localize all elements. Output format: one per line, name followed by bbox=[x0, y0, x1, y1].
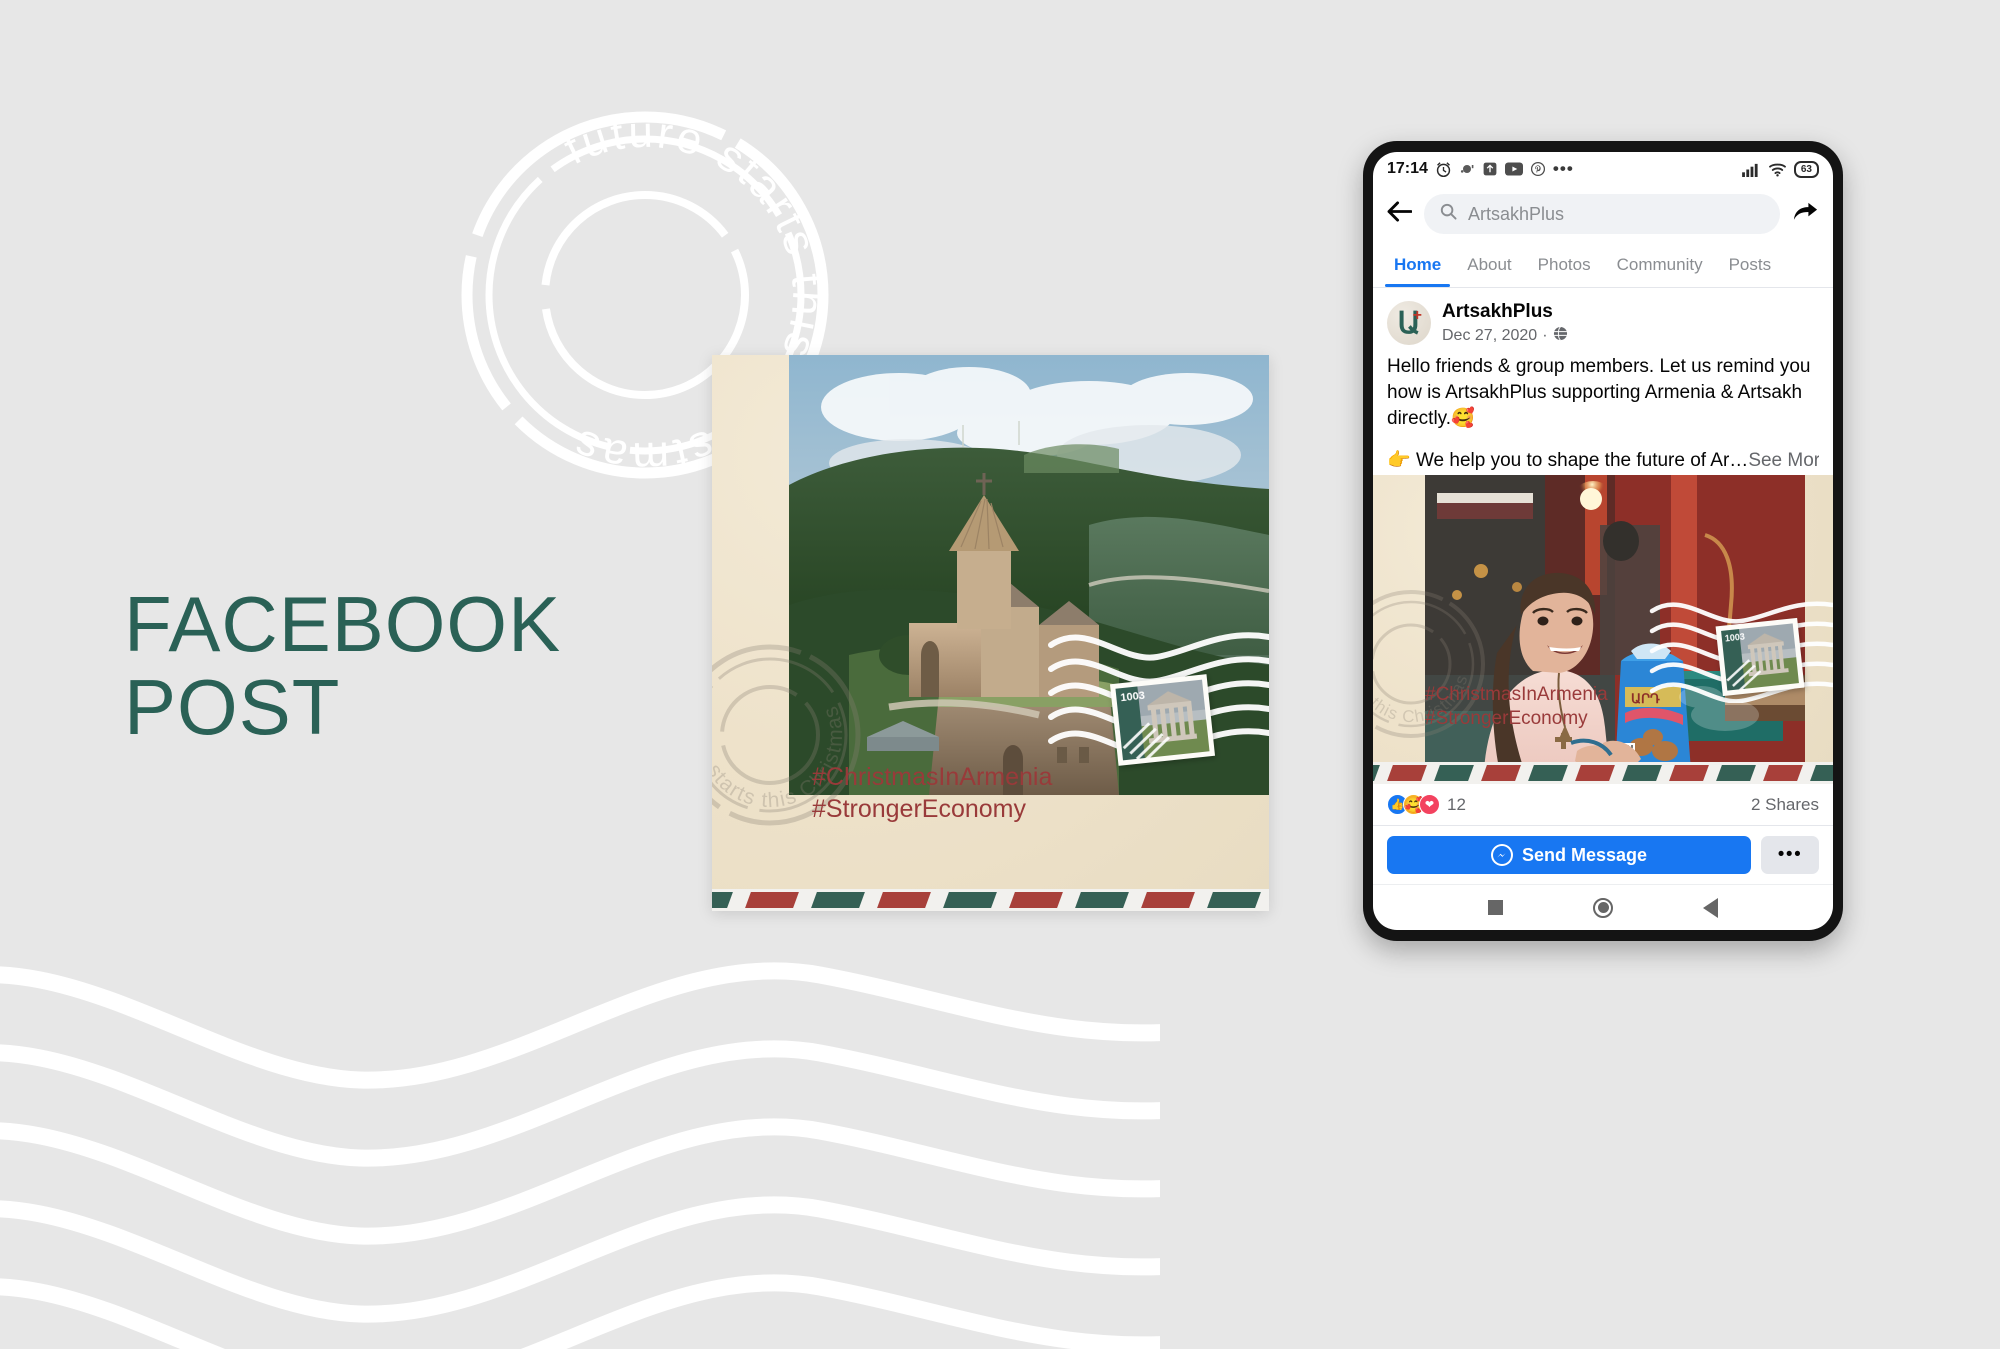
airmail-dash bbox=[1141, 892, 1195, 908]
post-body-emoji: 🥰 bbox=[1451, 408, 1475, 430]
post-date: Dec 27, 2020 bbox=[1442, 326, 1538, 344]
postcard-mockup: starts this Christmas #ChristmasInArmeni… bbox=[712, 355, 1269, 911]
top-search-bar: ArtsakhPlus bbox=[1373, 186, 1833, 242]
tab-photos[interactable]: Photos bbox=[1525, 242, 1604, 287]
airmail-dash bbox=[1622, 765, 1662, 781]
airmail-dash bbox=[1207, 892, 1261, 908]
see-more-link[interactable]: See More bbox=[1748, 450, 1819, 471]
post-body-line1: Hello friends & group members. Let us re… bbox=[1387, 354, 1819, 433]
post-header: Ա + ArtsakhPlus Dec 27, 2020 · overflow-… bbox=[1373, 288, 1833, 352]
separator-dot: · bbox=[1542, 326, 1548, 344]
postcard-hashtags: #ChristmasInArmenia #StrongerEconomy bbox=[812, 763, 1053, 823]
engagement-bar: 👍 🥰 ❤ 12 2 Shares bbox=[1373, 784, 1833, 826]
search-input-value: ArtsakhPlus bbox=[1468, 203, 1565, 224]
airmail-dash bbox=[745, 892, 799, 908]
search-input[interactable]: ArtsakhPlus bbox=[1424, 194, 1780, 234]
tab-posts[interactable]: Posts bbox=[1716, 242, 1785, 287]
reaction-count: 12 bbox=[1447, 794, 1466, 814]
airmail-stripe-border bbox=[712, 889, 1269, 911]
phone-mockup: 17:14 ••• 63 ArtsakhPlus Home About Phot… bbox=[1363, 141, 1843, 941]
post-body-truncated: We help you to shape the future of Ar… bbox=[1410, 450, 1749, 472]
upload-arrow-icon bbox=[1482, 161, 1498, 177]
airmail-dash bbox=[1716, 765, 1756, 781]
tab-home[interactable]: Home bbox=[1381, 242, 1454, 287]
messenger-icon bbox=[1490, 844, 1513, 866]
postage-stamp: 1003 bbox=[1109, 674, 1216, 766]
status-bar: 17:14 ••• 63 bbox=[1373, 152, 1833, 186]
home-circle-icon[interactable] bbox=[1593, 897, 1613, 918]
post-body-line2: 👉 We help you to shape the future of Ar…… bbox=[1387, 448, 1819, 474]
svg-text:1003: 1003 bbox=[1724, 632, 1745, 644]
pointing-hand-icon: 👉 bbox=[1387, 450, 1411, 472]
pinterest-icon bbox=[1530, 161, 1546, 177]
search-icon bbox=[1440, 203, 1457, 225]
love-icon: ❤ bbox=[1419, 794, 1440, 815]
reaction-icons[interactable]: 👍 🥰 ❤ 12 bbox=[1387, 794, 1466, 815]
airmail-dash bbox=[1575, 765, 1615, 781]
wifi-icon bbox=[1768, 162, 1787, 177]
airmail-dash bbox=[1075, 892, 1129, 908]
page-title: FACEBOOK POST bbox=[124, 580, 562, 751]
airmail-dash bbox=[1528, 765, 1568, 781]
post-media-hashtags: #ChristmasInArmenia #StrongerEconomy bbox=[1425, 683, 1608, 730]
airmail-dash bbox=[1763, 765, 1803, 781]
alarm-clock-icon bbox=[1435, 161, 1452, 178]
airmail-dash bbox=[1373, 765, 1380, 781]
app-badge-icon bbox=[1459, 161, 1475, 177]
post-media[interactable]: ԱՐԴ his Christmas #ChristmasInArmenia #S… bbox=[1373, 474, 1833, 784]
signal-bars-icon bbox=[1742, 162, 1761, 177]
avatar-plus-icon: + bbox=[1412, 307, 1422, 324]
airmail-dash bbox=[1810, 765, 1833, 781]
airmail-stripe-border bbox=[1373, 762, 1833, 784]
airmail-dash bbox=[943, 892, 997, 908]
airmail-dash bbox=[1387, 765, 1427, 781]
postage-stamp: 1003 bbox=[1715, 617, 1805, 697]
airmail-dash bbox=[811, 892, 865, 908]
send-message-button[interactable]: Send Message bbox=[1387, 836, 1751, 874]
back-arrow-icon[interactable] bbox=[1387, 201, 1413, 227]
send-message-label: Send Message bbox=[1521, 844, 1648, 865]
phone-screen: 17:14 ••• 63 ArtsakhPlus Home About Phot… bbox=[1373, 152, 1833, 930]
share-arrow-icon[interactable] bbox=[1792, 201, 1819, 228]
airmail-dash bbox=[712, 892, 733, 908]
status-time: 17:14 bbox=[1387, 160, 1428, 177]
airmail-dash bbox=[1669, 765, 1709, 781]
svg-text:ԱՐԴ: ԱՐԴ bbox=[1631, 691, 1660, 706]
airmail-dash bbox=[877, 892, 931, 908]
post-page-name[interactable]: ArtsakhPlus bbox=[1442, 301, 1781, 324]
more-actions-button[interactable]: ••• bbox=[1761, 836, 1819, 874]
airmail-dash bbox=[1009, 892, 1063, 908]
airmail-dash bbox=[1434, 765, 1474, 781]
recents-square-icon[interactable] bbox=[1488, 900, 1503, 915]
post-body: Hello friends & group members. Let us re… bbox=[1373, 352, 1833, 475]
post-date-row: Dec 27, 2020 · bbox=[1442, 326, 1781, 346]
page-tabs: Home About Photos Community Posts bbox=[1373, 242, 1833, 288]
tab-community[interactable]: Community bbox=[1604, 242, 1716, 287]
post-menu-button[interactable]: overflow-dots-icon bbox=[1792, 301, 1819, 307]
avatar[interactable]: Ա + bbox=[1387, 301, 1431, 345]
post-body-spacer bbox=[1387, 432, 1819, 448]
tab-about[interactable]: About bbox=[1454, 242, 1524, 287]
airmail-dash bbox=[1481, 765, 1521, 781]
overflow-dots-icon: ••• bbox=[1552, 158, 1574, 178]
svg-text:1003: 1003 bbox=[1120, 690, 1146, 704]
action-buttons: Send Message ••• bbox=[1373, 826, 1833, 884]
youtube-icon bbox=[1504, 162, 1523, 176]
android-nav-bar bbox=[1373, 884, 1833, 930]
battery-indicator: 63 bbox=[1793, 160, 1819, 178]
back-triangle-icon[interactable] bbox=[1703, 897, 1718, 918]
background-wave-pattern bbox=[0, 955, 1160, 1349]
globe-icon bbox=[1553, 326, 1568, 346]
share-count: 2 Shares bbox=[1750, 794, 1819, 814]
